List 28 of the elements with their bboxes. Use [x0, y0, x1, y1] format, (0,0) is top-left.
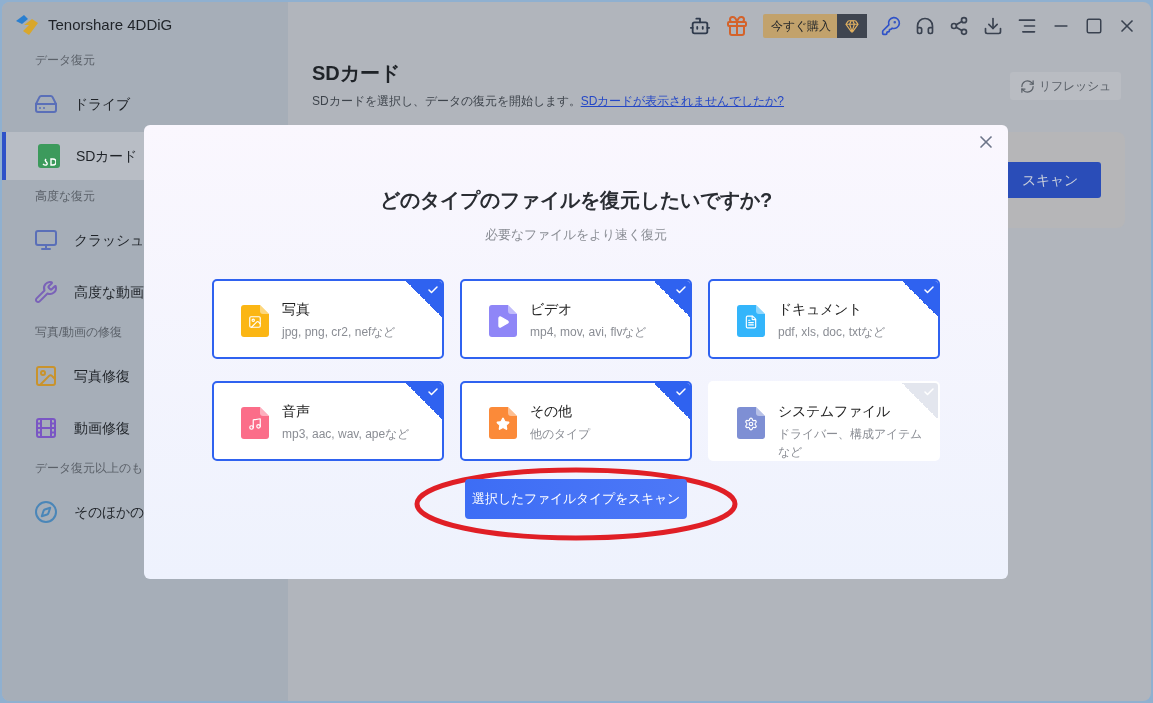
file-type-formats: ドライバー、構成アイテムなど — [778, 425, 923, 459]
sidebar-label: 高度な動画 — [74, 282, 144, 302]
sidebar-label: 動画修復 — [74, 418, 130, 438]
file-type-formats: pdf, xls, doc, txtなど — [778, 323, 887, 341]
sidebar-label: SDカード — [76, 146, 138, 166]
sidebar-label: クラッシュ — [74, 230, 144, 250]
sidebar-label: 写真修復 — [74, 366, 130, 386]
file-type-name: ドキュメント — [778, 299, 863, 319]
file-type-name: 音声 — [282, 401, 311, 421]
file-type-name: その他 — [530, 401, 573, 421]
section-heading: データ復元 — [35, 52, 95, 69]
file-type-formats: 他のタイプ — [530, 425, 592, 443]
page-title: SDカード — [312, 61, 401, 86]
file-type-name: システムファイル — [778, 401, 891, 421]
file-type-formats: jpg, png, cr2, nefなど — [282, 323, 397, 341]
dialog-title: どのタイプのファイルを復元したいですか? — [379, 188, 773, 213]
app-title: Tenorshare 4DDiG — [48, 14, 173, 35]
section-heading: 高度な復元 — [35, 188, 95, 205]
file-type-name: ビデオ — [530, 299, 573, 319]
dialog-subtitle: 必要なファイルをより速く復元 — [485, 226, 667, 244]
file-type-formats: mp4, mov, avi, flvなど — [530, 323, 648, 341]
section-heading: 写真/動画の修復 — [35, 324, 123, 341]
file-type-formats: mp3, aac, wav, apeなど — [282, 425, 411, 443]
sidebar-label: そのほかの — [74, 502, 144, 522]
page-description: SDカードを選択し、データの復元を開始します。 — [312, 93, 581, 110]
sidebar-label: ドライブ — [74, 94, 130, 114]
section-heading: データ復元以上のも — [35, 460, 143, 477]
file-type-name: 写真 — [282, 299, 311, 319]
